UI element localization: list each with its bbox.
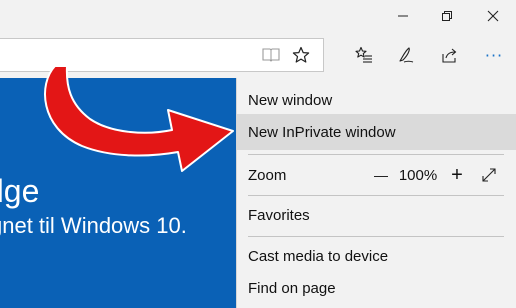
- menu-item-new-window[interactable]: New window: [237, 82, 516, 118]
- minus-icon: —: [374, 167, 388, 183]
- menu-item-find-on-page[interactable]: Find on page: [237, 270, 516, 306]
- hero-title: dge: [0, 173, 40, 209]
- menu-item-label: New window: [248, 91, 333, 109]
- share-icon: [442, 48, 457, 63]
- minimize-icon: [398, 15, 408, 17]
- zoom-in-button[interactable]: +: [443, 157, 471, 193]
- menu-item-favorites[interactable]: Favorites: [237, 197, 516, 233]
- reading-view-icon: [262, 48, 280, 62]
- minimize-button[interactable]: [382, 0, 424, 32]
- title-bar: [0, 0, 516, 32]
- plus-icon: +: [451, 163, 463, 186]
- zoom-label: Zoom: [248, 166, 287, 184]
- close-icon: [487, 10, 499, 22]
- favorites-hub-button[interactable]: [350, 41, 378, 69]
- star-icon: [292, 46, 310, 63]
- menu-item-zoom: Zoom — 100% +: [237, 157, 516, 193]
- more-button[interactable]: ···: [480, 41, 508, 69]
- menu-item-label: New InPrivate window: [248, 123, 396, 141]
- pen-icon: [399, 47, 414, 63]
- add-favorite-button[interactable]: [287, 41, 315, 69]
- menu-divider: [248, 154, 504, 155]
- share-button[interactable]: [436, 41, 464, 69]
- menu-item-label: Find on page: [248, 279, 336, 297]
- web-page-content: dge gnet til Windows 10.: [0, 78, 236, 308]
- fullscreen-icon: [482, 168, 496, 182]
- hero-subtitle: gnet til Windows 10.: [0, 213, 187, 238]
- zoom-value: 100%: [398, 166, 438, 184]
- menu-item-label: Cast media to device: [248, 247, 389, 265]
- zoom-out-button[interactable]: —: [367, 157, 395, 193]
- close-button[interactable]: [472, 0, 514, 32]
- restore-icon: [442, 11, 452, 21]
- fullscreen-button[interactable]: [475, 157, 503, 193]
- menu-divider: [248, 236, 504, 237]
- menu-item-label: Favorites: [248, 206, 310, 224]
- menu-item-new-inprivate-window[interactable]: New InPrivate window: [237, 114, 516, 150]
- zoom-level: 100%: [395, 157, 441, 193]
- restore-button[interactable]: [426, 0, 468, 32]
- menu-divider: [248, 195, 504, 196]
- reading-view-button[interactable]: [257, 41, 285, 69]
- settings-menu: New window New InPrivate window Zoom — 1…: [236, 78, 516, 308]
- hub-icon: [355, 46, 372, 63]
- more-icon: ···: [484, 45, 504, 65]
- navigation-bar: ···: [0, 32, 516, 78]
- web-note-button[interactable]: [392, 41, 420, 69]
- menu-item-cast-media[interactable]: Cast media to device: [237, 238, 516, 274]
